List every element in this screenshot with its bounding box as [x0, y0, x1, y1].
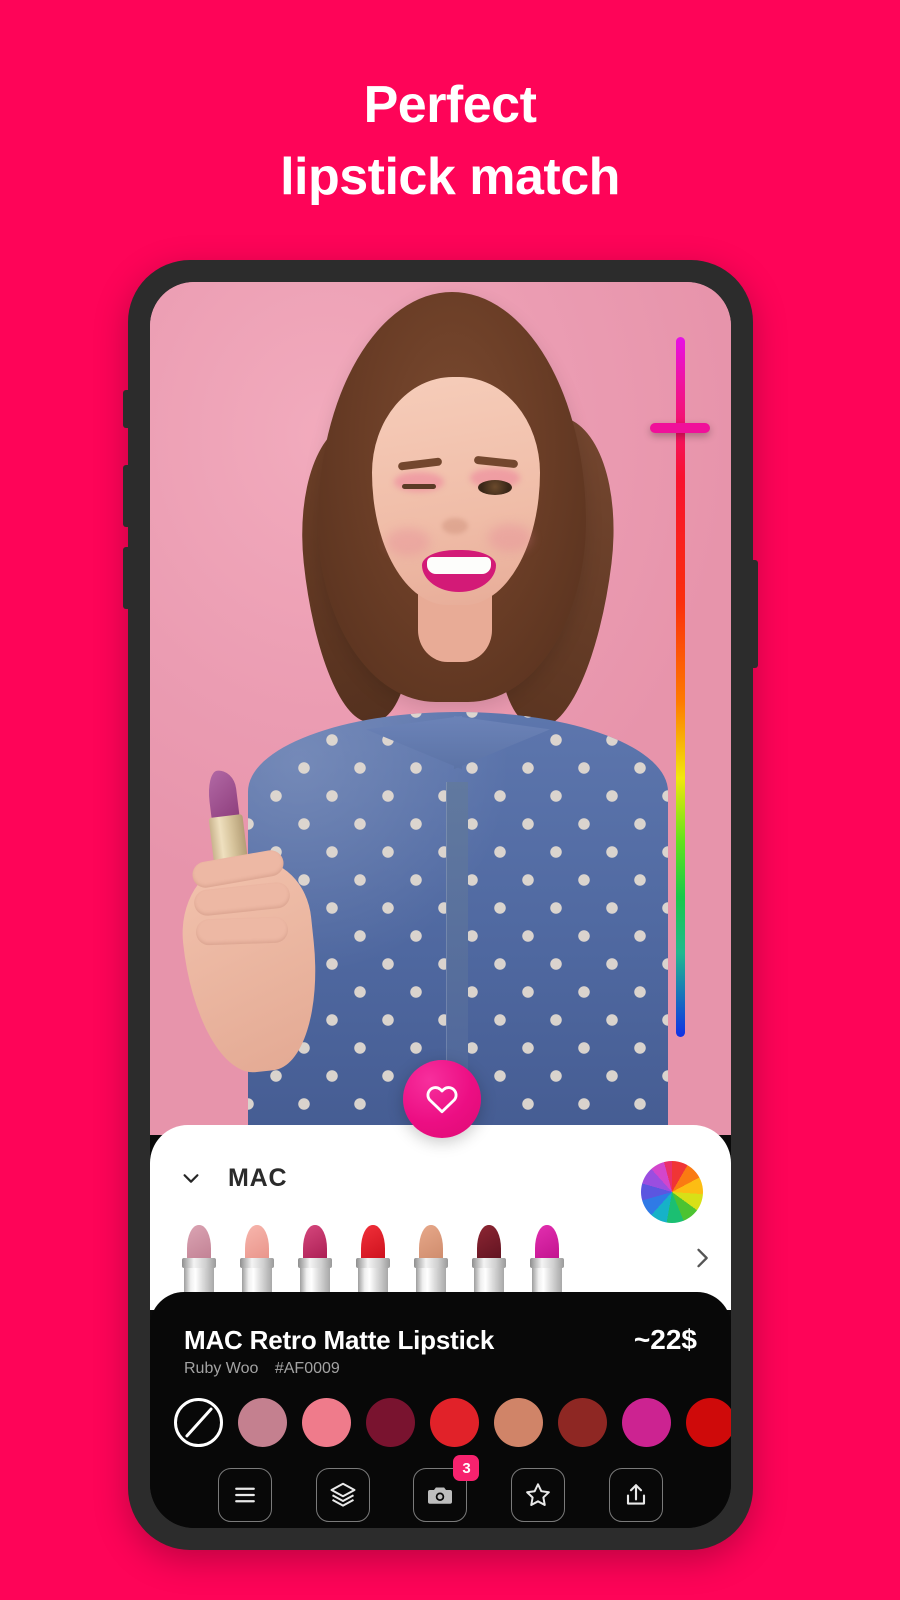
- model-nose: [442, 518, 468, 534]
- cheek-left: [386, 528, 430, 556]
- brand-name-label: MAC: [228, 1163, 288, 1192]
- phone-volume-up-button[interactable]: [123, 465, 129, 527]
- chevron-right-icon[interactable]: [687, 1243, 717, 1273]
- favorite-heart-button[interactable]: [403, 1060, 481, 1138]
- bottom-toolbar: 3: [150, 1455, 731, 1528]
- brand-selector-panel: MAC: [150, 1125, 731, 1310]
- swatch-5[interactable]: [494, 1397, 543, 1447]
- hamburger-menu-icon: [234, 1487, 255, 1503]
- heart-icon: [426, 1086, 458, 1114]
- camera-preview[interactable]: [150, 282, 731, 1135]
- swatch-none-button[interactable]: [174, 1397, 223, 1447]
- swatch-1[interactable]: [238, 1397, 287, 1447]
- model-teeth: [427, 557, 491, 574]
- headline-line-2: lipstick match: [280, 147, 620, 206]
- camera-badge-count: 3: [453, 1455, 480, 1481]
- layers-button[interactable]: [315, 1468, 370, 1522]
- swatch-8[interactable]: [686, 1397, 731, 1447]
- eye-left-winking: [402, 484, 436, 489]
- color-wheel-icon[interactable]: [641, 1161, 703, 1223]
- phone-device-mockup: MAC MAC Retro Matte Lipstick ~22$ Ruby W…: [123, 260, 758, 1550]
- shade-code: #AF0009: [274, 1360, 340, 1377]
- swatch-6[interactable]: [558, 1397, 607, 1447]
- camera-icon: [428, 1487, 453, 1504]
- held-lipstick-bullet: [205, 768, 240, 822]
- hue-slider[interactable]: [650, 337, 710, 1037]
- layers-icon: [330, 1482, 356, 1507]
- shade-name: Ruby Woo: [184, 1360, 259, 1377]
- shade-swatch-row[interactable]: [174, 1394, 731, 1450]
- phone-power-button[interactable]: [752, 560, 758, 668]
- product-shade-info: Ruby Woo #AF0009: [184, 1360, 340, 1378]
- product-title: MAC Retro Matte Lipstick: [184, 1325, 495, 1355]
- phone-mute-switch[interactable]: [123, 390, 129, 428]
- product-info-card: MAC Retro Matte Lipstick ~22$ Ruby Woo #…: [150, 1292, 731, 1528]
- brand-header-row[interactable]: MAC: [150, 1147, 731, 1223]
- swatch-3[interactable]: [366, 1397, 415, 1447]
- product-price: ~22$: [633, 1324, 697, 1355]
- swatch-7[interactable]: [622, 1397, 671, 1447]
- share-upload-icon: [627, 1484, 646, 1505]
- cheek-right: [488, 524, 532, 552]
- menu-button[interactable]: [217, 1468, 272, 1522]
- headline-line-1: Perfect: [363, 76, 537, 134]
- share-button[interactable]: [609, 1468, 664, 1522]
- phone-volume-down-button[interactable]: [123, 547, 129, 609]
- page-title: Perfect lipstick match: [0, 70, 900, 214]
- favorites-button[interactable]: [511, 1468, 566, 1522]
- swatch-2[interactable]: [302, 1397, 351, 1447]
- phone-screen: MAC MAC Retro Matte Lipstick ~22$ Ruby W…: [150, 282, 731, 1528]
- model-finger-3: [195, 916, 289, 946]
- product-header: MAC Retro Matte Lipstick ~22$: [184, 1324, 697, 1356]
- camera-button[interactable]: 3: [413, 1455, 480, 1522]
- hue-slider-handle[interactable]: [650, 423, 710, 433]
- eyeshadow-left: [394, 472, 444, 492]
- chevron-down-icon[interactable]: [180, 1167, 202, 1189]
- star-icon: [526, 1483, 551, 1506]
- eye-right: [478, 480, 512, 495]
- swatch-4[interactable]: [430, 1397, 479, 1447]
